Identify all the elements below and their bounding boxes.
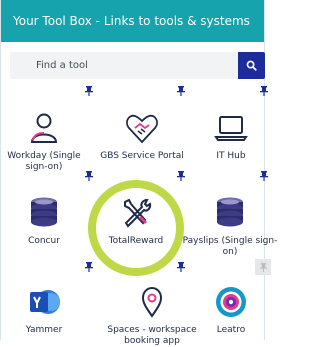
person-icon [24,108,64,148]
tool-box-panel: Your Tool Box - Links to tools & systems… [0,0,277,346]
pin-icon[interactable] [85,86,93,96]
panel-title: Your Tool Box - Links to tools & systems [13,14,250,28]
unpinned-pin-button[interactable] [255,259,271,275]
tool-tile-concur[interactable]: Concur [0,193,89,247]
tool-tile-workday[interactable]: Workday (Single sign-on) [0,108,89,173]
tool-tile-yammer[interactable]: Yammer [0,282,89,336]
tool-tile-payslips[interactable]: Payslips (Single sign-on) [182,193,278,258]
pin-icon[interactable] [177,171,185,181]
leatro-icon [211,282,251,322]
search-bar[interactable]: Find a tool [10,52,265,79]
search-button[interactable] [238,52,265,79]
tool-label: TotalReward [108,236,164,246]
tools-icon [116,193,156,233]
search-input[interactable]: Find a tool [36,60,88,71]
pin-icon[interactable] [177,86,185,96]
tool-label: Leatro [216,325,246,335]
tool-tile-leatro[interactable]: Leatro [186,282,276,336]
coin-stack-icon [210,193,250,233]
pin-icon[interactable] [177,262,185,272]
tool-label: Payslips (Single sign-on) [182,236,278,257]
tool-tile-gbs-service-portal[interactable]: GBS Service Portal [97,108,187,162]
search-icon [246,60,257,71]
tool-label: IT Hub [216,151,246,161]
pin-icon[interactable] [260,171,268,181]
tool-tile-it-hub[interactable]: IT Hub [186,108,276,162]
yammer-icon [24,282,64,322]
pin-icon[interactable] [85,262,93,272]
laptop-icon [211,108,251,148]
pin-icon [259,262,267,272]
tool-label: Workday (Single sign-on) [7,151,81,172]
location-pin-icon [132,282,172,322]
coin-stack-icon [24,193,64,233]
heart-handshake-icon [122,108,162,148]
tool-label: GBS Service Portal [100,151,184,161]
tool-tile-totalreward[interactable]: TotalReward [91,193,181,247]
panel-header: Your Tool Box - Links to tools & systems [1,0,264,42]
pin-icon[interactable] [260,86,268,96]
tool-label: Concur [28,236,60,246]
tool-label: Yammer [25,325,63,335]
